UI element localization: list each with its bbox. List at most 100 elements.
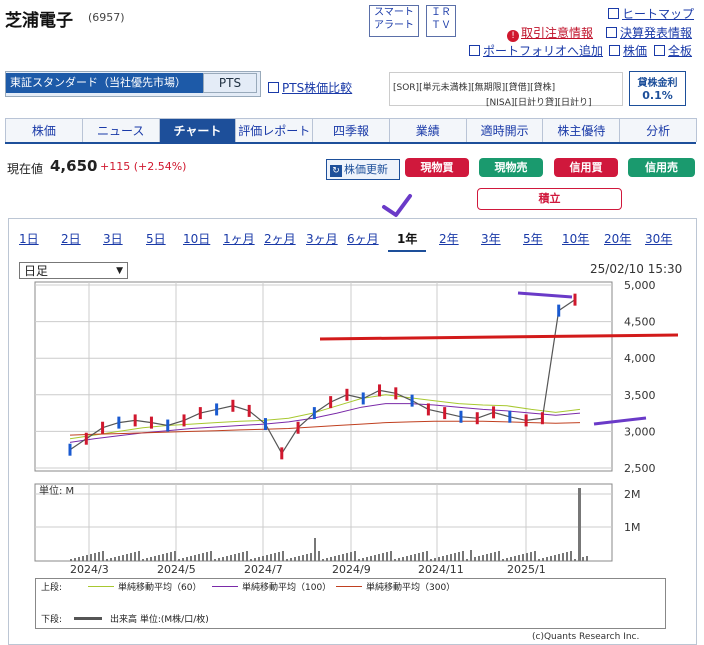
volume-bar: [586, 556, 588, 561]
volume-bar: [434, 558, 436, 561]
volume-bar: [70, 559, 72, 561]
candle: [296, 421, 300, 434]
volume-bar: [418, 553, 420, 561]
legend-item-2: 単純移動平均（300）: [336, 580, 455, 593]
volume-bar: [306, 554, 308, 561]
volume-bar: [162, 554, 164, 561]
volume-bar: [178, 559, 180, 561]
price-tick-label: 4,000: [624, 352, 656, 365]
price-tick-label: 4,500: [624, 316, 656, 329]
volume-bar: [574, 559, 576, 561]
volume-bar: [534, 551, 536, 561]
candle: [426, 403, 430, 416]
chart-credit: (c)Quants Research Inc.: [532, 632, 640, 642]
volume-bar: [122, 555, 124, 561]
volume-bar: [146, 558, 148, 561]
candle: [263, 418, 267, 431]
candle: [280, 447, 284, 460]
volume-bar: [430, 559, 432, 561]
volume-bar: [290, 558, 292, 561]
legend-swatch: [88, 586, 114, 587]
lower-label: 下段:: [41, 615, 63, 625]
x-tick-label: 2024/11: [418, 563, 464, 576]
legend-label: 単純移動平均（300）: [366, 583, 456, 593]
volume-bar: [378, 554, 380, 561]
price-plot-area: [34, 281, 613, 472]
volume-bar: [334, 556, 336, 561]
candle: [117, 416, 121, 429]
volume-legend-label: 出来高 単位:(M株/口/枚): [110, 615, 209, 625]
volume-bar: [494, 552, 496, 561]
legend-item-0: 単純移動平均（60）: [88, 580, 201, 593]
volume-bar: [298, 556, 300, 561]
candle: [133, 414, 137, 427]
volume-bar: [546, 557, 548, 561]
candle: [231, 399, 235, 412]
volume-bar: [130, 553, 132, 561]
volume-bar: [206, 552, 208, 561]
volume-bar: [326, 558, 328, 561]
price-tick-label: 3,500: [624, 389, 656, 402]
volume-bar: [310, 553, 312, 561]
volume-bar: [98, 552, 100, 561]
volume-bar: [398, 558, 400, 561]
volume-bar: [402, 557, 404, 561]
volume-bar: [154, 556, 156, 561]
x-tick-label: 2024/5: [157, 563, 196, 576]
volume-bar: [530, 552, 532, 561]
volume-bar: [462, 551, 464, 561]
volume-bar: [366, 557, 368, 561]
volume-bar: [386, 552, 388, 561]
candle: [410, 394, 414, 407]
volume-bar: [270, 554, 272, 561]
stock-chart: 2,500 3,000 3,500 4,000 4,500 5,000 1M 2M 単位: M 2…: [34, 194, 679, 576]
volume-bar: [566, 552, 568, 561]
volume-bar: [278, 552, 280, 561]
volume-bar: [466, 559, 468, 561]
volume-bar: [194, 555, 196, 561]
volume-bar: [238, 553, 240, 561]
price-tick-label: 5,000: [624, 279, 656, 292]
candle: [361, 392, 365, 405]
volume-bar: [202, 553, 204, 561]
volume-bar: [170, 552, 172, 561]
volume-bar: [222, 557, 224, 561]
volume-bar: [458, 552, 460, 561]
volume-bar: [226, 556, 228, 561]
volume-bar: [138, 551, 140, 561]
volume-bar: [218, 558, 220, 561]
volume-bar: [502, 559, 504, 561]
volume-bar: [74, 558, 76, 561]
volume-bar: [166, 553, 168, 561]
volume-plot-area: [34, 483, 613, 562]
volume-bar-spike: [578, 488, 581, 561]
candle: [149, 416, 153, 429]
volume-bar: [134, 552, 136, 561]
volume-bar: [506, 558, 508, 561]
volume-bar: [474, 557, 476, 561]
candle: [394, 387, 398, 400]
volume-bar: [562, 553, 564, 561]
volume-bar: [158, 555, 160, 561]
volume-bar: [570, 551, 572, 561]
volume-bar: [242, 552, 244, 561]
volume-bar: [118, 556, 120, 561]
volume-bar: [266, 555, 268, 561]
candle: [443, 407, 447, 420]
volume-bar: [102, 551, 104, 561]
volume-bar: [518, 555, 520, 561]
volume-bar: [262, 556, 264, 561]
chart-legend: 上段: 単純移動平均（60） 単純移動平均（100） 単純移動平均（300） 下段:…: [35, 578, 666, 629]
volume-bar: [354, 551, 356, 561]
volume-bar: [82, 556, 84, 561]
volume-bar: [470, 550, 472, 561]
candle: [84, 432, 88, 445]
volume-bar: [190, 556, 192, 561]
x-tick-label: 2024/3: [70, 563, 109, 576]
volume-bar: [142, 559, 144, 561]
volume-bar: [350, 552, 352, 561]
volume-bar: [454, 553, 456, 561]
volume-bar: [282, 551, 284, 561]
volume-bar: [526, 553, 528, 561]
candle: [573, 293, 577, 306]
